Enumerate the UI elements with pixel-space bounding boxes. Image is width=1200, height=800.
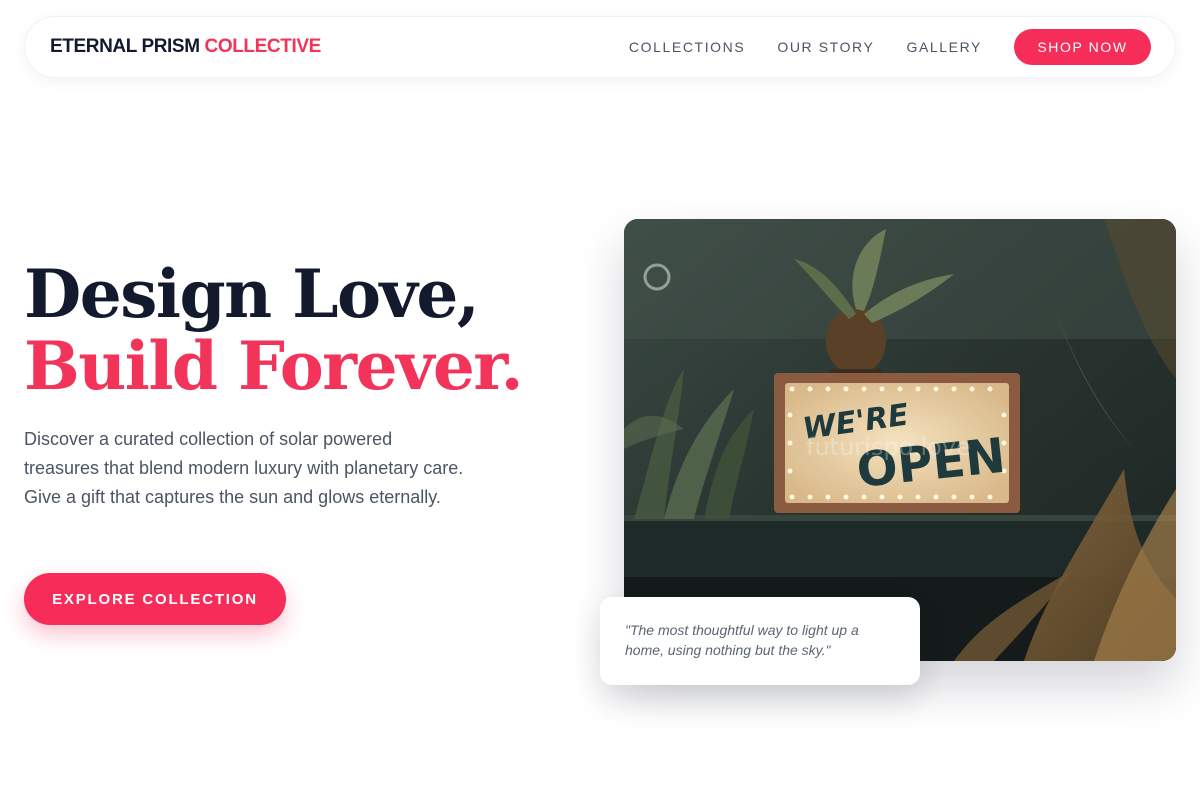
hero-image: WE'RE OPEN futurispo.love <box>624 219 1176 661</box>
nav-links: COLLECTIONS OUR STORY GALLERY SHOP NOW <box>629 29 1151 65</box>
open-sign-photo: WE'RE OPEN futurispo.love <box>624 219 1176 661</box>
shop-now-button[interactable]: SHOP NOW <box>1014 29 1151 65</box>
nav-link-our-story[interactable]: OUR STORY <box>777 39 874 55</box>
testimonial-quote: "The most thoughtful way to light up a h… <box>625 622 859 658</box>
hero-headline: Design Love, Build Forever. <box>24 255 524 405</box>
hero-headline-line2: Build Forever. <box>24 327 524 405</box>
brand-name: ETERNAL PRISM <box>50 36 200 57</box>
brand-name-accent: COLLECTIVE <box>204 36 322 57</box>
top-nav: ETERNAL PRISM COLLECTIVE COLLECTIONS OUR… <box>24 16 1176 78</box>
hero-headline-line1: Design Love, <box>24 255 480 333</box>
explore-collection-button[interactable]: EXPLORE COLLECTION <box>24 573 286 625</box>
brand-logo[interactable]: ETERNAL PRISM COLLECTIVE <box>50 36 321 58</box>
image-watermark: futurispo.love <box>806 433 971 461</box>
testimonial-card: "The most thoughtful way to light up a h… <box>600 597 920 685</box>
hero-description: Discover a curated collection of solar p… <box>24 429 464 507</box>
nav-link-gallery[interactable]: GALLERY <box>906 39 982 55</box>
nav-link-collections[interactable]: COLLECTIONS <box>629 39 745 55</box>
